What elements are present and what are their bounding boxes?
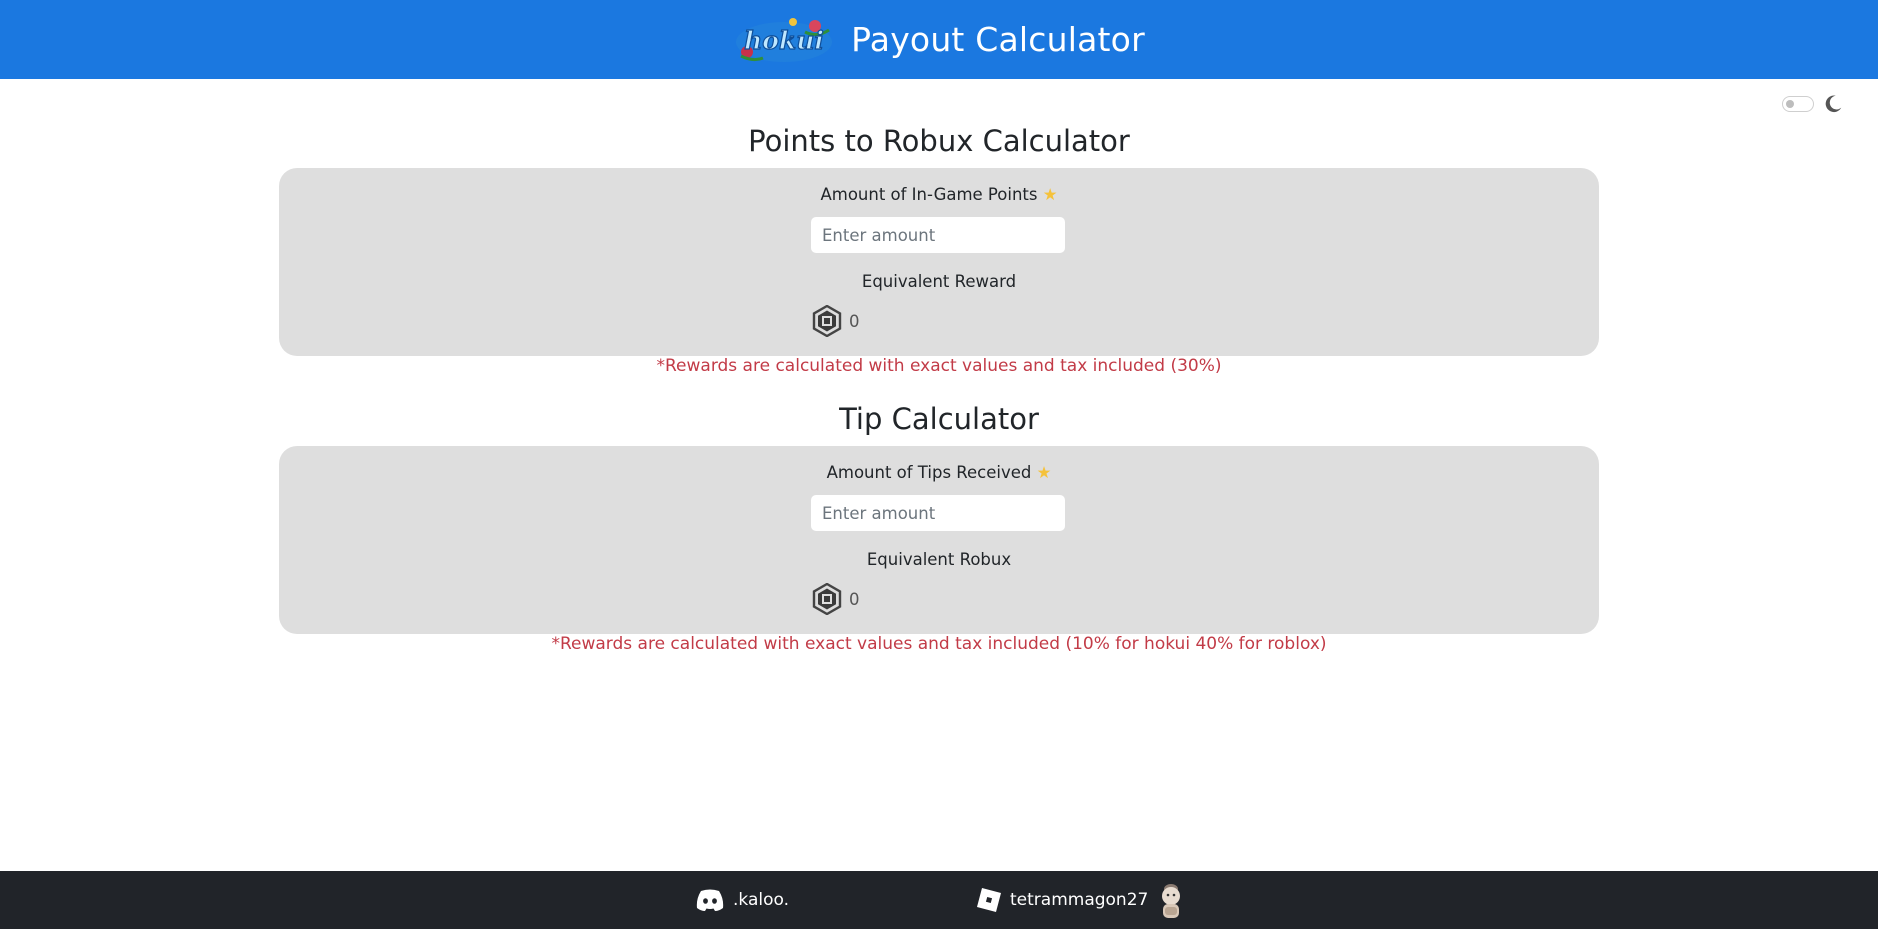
robux-icon bbox=[812, 583, 842, 615]
robux-icon bbox=[812, 305, 842, 337]
app-title: Payout Calculator bbox=[851, 20, 1145, 59]
tip-calculator-title: Tip Calculator bbox=[839, 402, 1039, 436]
footer-roblox-link[interactable]: tetrammagon27 bbox=[976, 871, 1186, 929]
avatar bbox=[1162, 884, 1181, 918]
points-input-label: Amount of In-Game Points bbox=[820, 185, 1038, 204]
header-brand: hokui Payout Calculator bbox=[733, 12, 1145, 68]
dark-mode-switch[interactable] bbox=[1782, 96, 1814, 112]
moon-icon[interactable] bbox=[1822, 93, 1844, 115]
switch-knob bbox=[1786, 100, 1794, 108]
tip-result-value: 0 bbox=[849, 589, 860, 609]
points-calculator-title: Points to Robux Calculator bbox=[748, 124, 1130, 158]
roblox-username: tetrammagon27 bbox=[1010, 890, 1149, 910]
points-input-label-row: Amount of In-Game Points ★ bbox=[279, 185, 1599, 204]
tip-tax-note: *Rewards are calculated with exact value… bbox=[551, 634, 1327, 654]
star-icon: ★ bbox=[1042, 185, 1058, 204]
points-calculator-card: Amount of In-Game Points ★ Equivalent Re… bbox=[279, 168, 1599, 356]
tip-input-label: Amount of Tips Received bbox=[826, 463, 1032, 482]
hokui-logo[interactable]: hokui bbox=[733, 12, 835, 68]
points-result-row: 0 bbox=[812, 305, 860, 337]
discord-username: .kaloo. bbox=[733, 890, 789, 910]
discord-icon bbox=[696, 889, 724, 911]
footer-discord-link[interactable]: .kaloo. bbox=[695, 871, 789, 929]
tip-calculator-card: Amount of Tips Received ★ Equivalent Rob… bbox=[279, 446, 1599, 634]
points-result-value: 0 bbox=[849, 311, 860, 331]
tip-result-row: 0 bbox=[812, 583, 860, 615]
tip-amount-input[interactable] bbox=[811, 495, 1065, 531]
app-header: hokui Payout Calculator bbox=[0, 0, 1878, 79]
roblox-icon bbox=[977, 888, 1001, 912]
footer: .kaloo. tetrammagon27 bbox=[0, 871, 1878, 929]
points-tax-note: *Rewards are calculated with exact value… bbox=[656, 356, 1222, 376]
star-icon: ★ bbox=[1036, 463, 1052, 482]
tip-input-label-row: Amount of Tips Received ★ bbox=[279, 463, 1599, 482]
points-amount-input[interactable] bbox=[811, 217, 1065, 253]
theme-toggle bbox=[1782, 93, 1844, 115]
logo-text: hokui bbox=[744, 26, 824, 55]
points-result-label: Equivalent Reward bbox=[861, 272, 1017, 291]
tip-result-label: Equivalent Robux bbox=[866, 550, 1012, 569]
